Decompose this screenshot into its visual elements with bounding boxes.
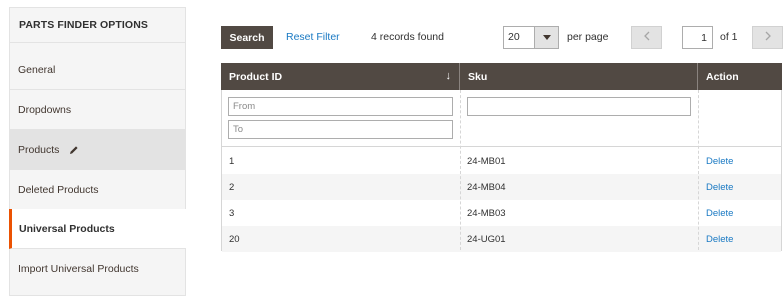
- product-id-cell: 2: [229, 181, 235, 193]
- sku-cell: 24-MB03: [467, 207, 506, 219]
- sidebar-item-general[interactable]: General: [9, 50, 186, 90]
- sidebar-item-dropdowns[interactable]: Dropdowns: [9, 90, 186, 130]
- per-page-select[interactable]: 20: [503, 26, 559, 49]
- product-id-cell: 3: [229, 207, 235, 219]
- page-of-text: of 1: [720, 31, 738, 43]
- sidebar-item-import-universal-products[interactable]: Import Universal Products: [9, 249, 186, 289]
- sidebar-item-label: Deleted Products: [18, 183, 99, 196]
- product-id-cell: 1: [229, 155, 235, 167]
- sidebar-item-label: Products: [18, 143, 60, 156]
- sidebar-item-universal-products[interactable]: Universal Products: [9, 209, 186, 249]
- product-id-cell: 20: [229, 233, 240, 245]
- column-header-product-id[interactable]: Product ID ↓: [221, 63, 460, 90]
- sidebar-item-products[interactable]: Products: [9, 130, 186, 170]
- grid-header: Product ID ↓ Sku Action: [221, 63, 782, 90]
- previous-page-button[interactable]: [631, 26, 662, 49]
- pencil-icon: [69, 145, 79, 155]
- reset-filter-link[interactable]: Reset Filter: [286, 31, 340, 43]
- sidebar-item-label: General: [18, 63, 56, 76]
- universal-products-grid: Product ID ↓ Sku Action 1 24-MB01 Delete…: [221, 63, 782, 252]
- column-header-label: Product ID: [229, 70, 283, 83]
- next-page-button[interactable]: [752, 26, 783, 49]
- column-header-label: Action: [706, 70, 739, 83]
- per-page-label: per page: [567, 31, 609, 43]
- sku-cell: 24-UG01: [467, 233, 506, 245]
- sidebar-item-deleted-products[interactable]: Deleted Products: [9, 170, 186, 210]
- product-id-from-input[interactable]: [228, 97, 453, 116]
- product-id-to-input[interactable]: [228, 120, 453, 139]
- chevron-down-icon[interactable]: [534, 27, 558, 48]
- column-header-sku[interactable]: Sku: [460, 63, 698, 90]
- search-button[interactable]: Search: [221, 26, 273, 49]
- sort-arrow-down-icon: ↓: [445, 70, 452, 82]
- delete-link[interactable]: Delete: [706, 226, 733, 252]
- sidebar-item-label: Dropdowns: [18, 103, 72, 116]
- records-found-text: 4 records found: [371, 31, 444, 43]
- delete-link[interactable]: Delete: [706, 148, 733, 174]
- column-divider: [460, 90, 461, 250]
- column-header-label: Sku: [468, 70, 488, 83]
- chevron-right-icon: [765, 31, 771, 44]
- delete-link[interactable]: Delete: [706, 174, 733, 200]
- per-page-value: 20: [508, 31, 520, 43]
- column-divider: [698, 90, 699, 250]
- sku-cell: 24-MB01: [467, 155, 506, 167]
- sidebar-item-label: Universal Products: [19, 222, 115, 235]
- page-number-input[interactable]: [682, 26, 713, 49]
- sku-filter-input[interactable]: [467, 97, 691, 116]
- sidebar-item-label: Import Universal Products: [18, 263, 139, 275]
- chevron-left-icon: [643, 31, 650, 44]
- sku-cell: 24-MB04: [467, 181, 506, 193]
- parts-finder-sidebar: PARTS FINDER OPTIONS General Dropdowns P…: [9, 7, 186, 296]
- delete-link[interactable]: Delete: [706, 200, 733, 226]
- sidebar-title: PARTS FINDER OPTIONS: [10, 8, 185, 43]
- column-header-action: Action: [698, 63, 782, 90]
